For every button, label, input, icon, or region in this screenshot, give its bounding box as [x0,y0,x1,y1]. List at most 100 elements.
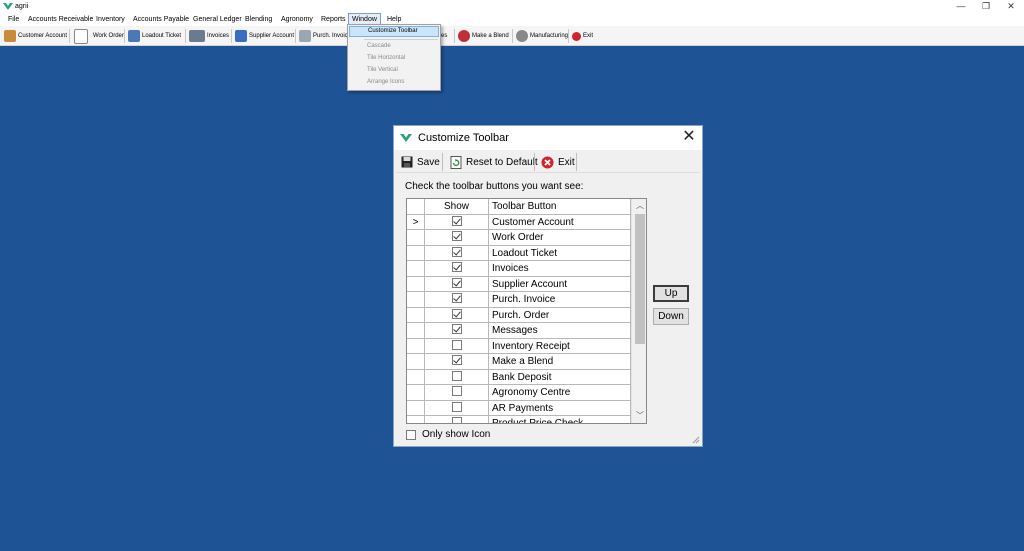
toolbar-button-name[interactable]: Messages [489,323,631,339]
scroll-thumb[interactable] [635,214,645,344]
row-selector[interactable] [407,307,425,323]
row-selector[interactable] [407,323,425,339]
dialog-close-button[interactable]: ✕ [680,128,698,146]
minimize-button[interactable]: — [950,0,972,13]
only-show-icon-checkbox[interactable] [406,429,416,440]
row-selector[interactable] [407,338,425,354]
show-checkbox[interactable] [451,339,462,350]
grid-vertical-scrollbar[interactable]: ︿ ﹀ [631,199,646,423]
toolbar-button-name[interactable]: Supplier Account [489,276,631,292]
table-row[interactable]: Work Order [407,230,631,246]
menu-item-tile-horizontal[interactable]: Tile Horizontal [349,53,439,64]
show-checkbox[interactable] [451,308,462,319]
menu-item-arrange-icons[interactable]: Arrange Icons [349,77,439,88]
table-row[interactable]: Agronomy Centre [407,385,631,401]
show-checkbox[interactable] [451,417,462,423]
row-selector[interactable] [407,276,425,292]
toolbar-work-order[interactable]: Work Order [74,28,124,44]
menu-reports[interactable]: Reports [318,13,349,26]
table-row[interactable]: Messages [407,323,631,339]
show-checkbox[interactable] [451,262,462,273]
menu-item-tile-vertical[interactable]: Tile Vertical [349,65,439,76]
toolbar-button-name[interactable]: AR Payments [489,400,631,416]
table-row[interactable]: > Customer Account [407,214,631,230]
menu-accounts-payable[interactable]: Accounts Payable [130,13,192,26]
close-app-button[interactable]: ✕ [1000,0,1022,13]
row-selector[interactable] [407,416,425,423]
show-checkbox[interactable] [451,277,462,288]
show-checkbox[interactable] [451,355,462,366]
show-checkbox[interactable] [451,370,462,381]
toolbar-customer-account[interactable]: Customer Account [4,28,67,44]
toolbar-button-name[interactable]: Work Order [489,230,631,246]
toolbar-button-name[interactable]: Agronomy Centre [489,385,631,401]
row-selector[interactable] [407,292,425,308]
toolbar-make-a-blend[interactable]: Make a Blend [458,28,509,44]
row-selector[interactable] [407,354,425,370]
toolbar-messages[interactable]: es [441,28,447,44]
table-row[interactable]: Product Price Check [407,416,631,423]
toolbar-manufacturing[interactable]: Manufacturing [516,28,568,44]
toolbar-supplier-account[interactable]: Supplier Account [235,28,294,44]
show-cell [425,385,489,401]
restore-button[interactable]: ❐ [975,0,997,13]
only-show-icon-option[interactable]: Only show Icon [406,429,490,440]
toolbar-purch-invoice[interactable]: Purch. Invoic [299,28,348,44]
exit-button[interactable]: Exit [538,153,578,171]
toolbar-button-name[interactable]: Customer Account [489,214,631,230]
row-selector[interactable] [407,230,425,246]
up-button[interactable]: Up [653,285,689,302]
scroll-up-arrow-icon[interactable]: ︿ [632,199,646,213]
table-row[interactable]: Supplier Account [407,276,631,292]
toolbar-button-name[interactable]: Invoices [489,261,631,277]
table-row[interactable]: Make a Blend [407,354,631,370]
row-selector[interactable] [407,369,425,385]
menu-item-cascade[interactable]: Cascade [349,41,439,52]
toolbar-exit[interactable]: Exit [572,28,593,44]
table-row[interactable]: AR Payments [407,400,631,416]
menu-general-ledger[interactable]: General Ledger [190,13,245,26]
table-row[interactable]: Loadout Ticket [407,245,631,261]
menu-blending[interactable]: Blending [242,13,275,26]
save-button[interactable]: Save [398,153,443,171]
row-selector[interactable]: > [407,214,425,230]
down-button[interactable]: Down [653,308,689,325]
toolbar-button-name[interactable]: Make a Blend [489,354,631,370]
toolbar-button-name[interactable]: Product Price Check [489,416,631,423]
table-row[interactable]: Invoices [407,261,631,277]
menu-agronomy[interactable]: Agronomy [278,13,316,26]
toolbar-loadout-ticket[interactable]: Loadout Ticket [128,28,181,44]
column-header-toolbar-button[interactable]: Toolbar Button [489,199,631,215]
reset-to-default-button[interactable]: Reset to Default [447,153,541,171]
toolbar-invoices[interactable]: Invoices [189,28,229,44]
show-checkbox[interactable] [451,246,462,257]
show-checkbox[interactable] [451,386,462,397]
show-checkbox[interactable] [451,401,462,412]
row-selector[interactable] [407,245,425,261]
show-checkbox[interactable] [451,293,462,304]
menu-inventory[interactable]: Inventory [93,13,128,26]
table-row[interactable]: Purch. Order [407,307,631,323]
toolbar-button-name[interactable]: Loadout Ticket [489,245,631,261]
toolbar-button-name[interactable]: Inventory Receipt [489,338,631,354]
row-selector[interactable] [407,385,425,401]
show-cell [425,400,489,416]
menu-file[interactable]: File [5,13,22,26]
table-row[interactable]: Inventory Receipt [407,338,631,354]
row-selector[interactable] [407,400,425,416]
resize-grip-icon[interactable] [690,434,700,444]
column-header-show[interactable]: Show [425,199,489,215]
table-row[interactable]: Purch. Invoice [407,292,631,308]
show-checkbox[interactable] [451,231,462,242]
toolbar-button-name[interactable]: Purch. Order [489,307,631,323]
show-checkbox[interactable] [451,324,462,335]
toolbar-buttons-grid: Show Toolbar Button > Customer Account Wor… [406,198,647,424]
menu-item-customize-toolbar[interactable]: Customize Toolbar [349,26,439,37]
toolbar-button-name[interactable]: Purch. Invoice [489,292,631,308]
show-checkbox[interactable] [451,215,462,226]
toolbar-button-name[interactable]: Bank Deposit [489,369,631,385]
row-selector[interactable] [407,261,425,277]
scroll-down-arrow-icon[interactable]: ﹀ [632,409,646,423]
menu-accounts-receivable[interactable]: Accounts Receivable [25,13,96,26]
table-row[interactable]: Bank Deposit [407,369,631,385]
